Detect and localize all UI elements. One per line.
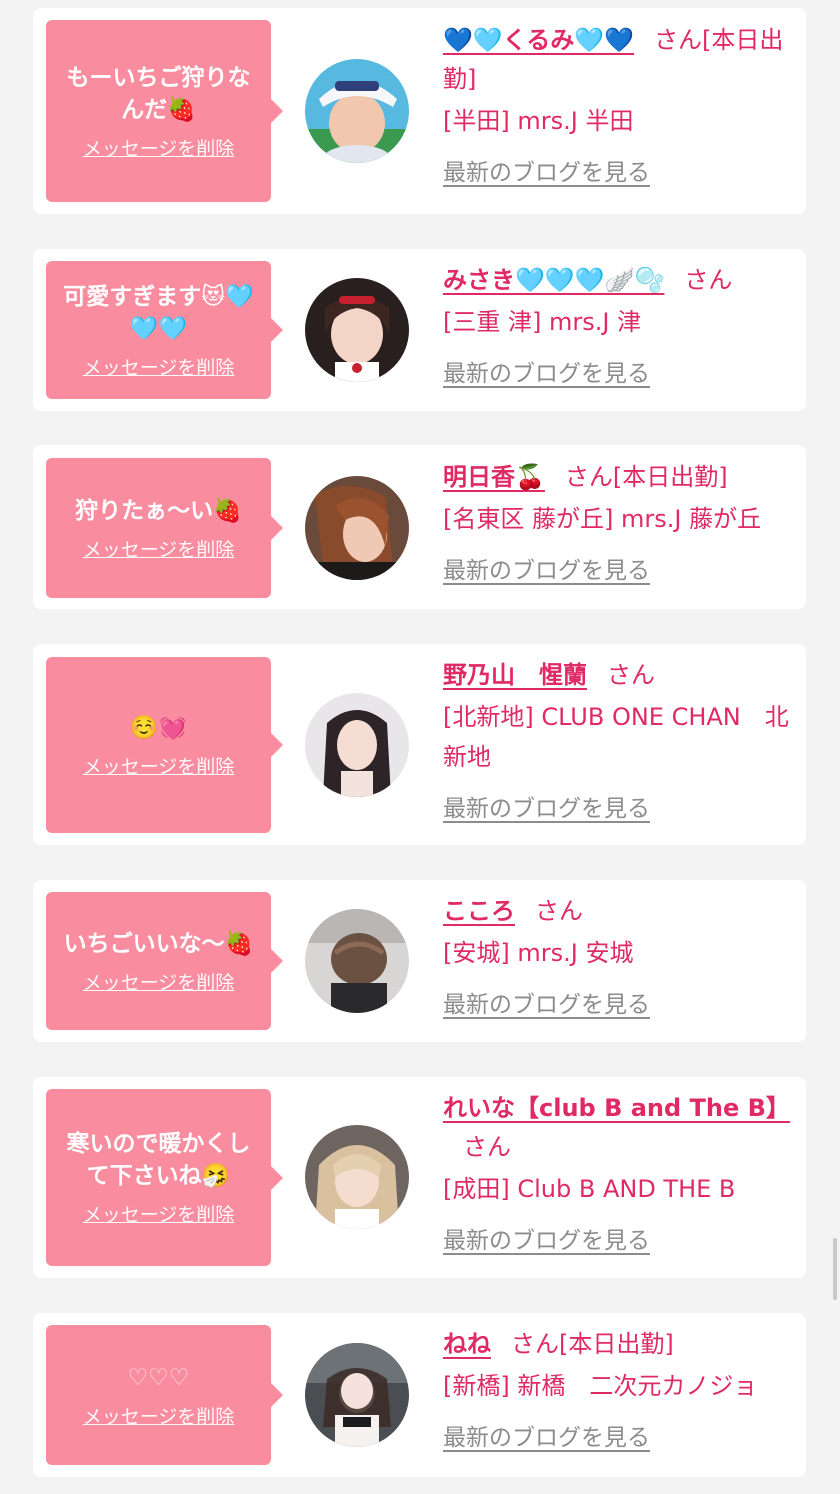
message-text: もーいちご狩りなんだ🍓 [66, 64, 251, 123]
message-bubble: ♡♡♡ メッセージを削除 [46, 1325, 283, 1465]
message-card: ☺️💓 メッセージを削除 野乃山 惺蘭 さん [北新地] CLUB ONE CHA… [33, 644, 806, 845]
name-line: ねね さん[本日出勤] [443, 1325, 796, 1364]
message-card: 狩りたぁ〜い🍓 メッセージを削除 明日香🍒 さん[本日出勤] [名東区 藤が丘] … [33, 445, 806, 609]
cast-info: れいな【club B and The B】さん [成田] Club B AND … [443, 1089, 796, 1255]
message-bubble: 寒いので暖かくして下さいね🤧 メッセージを削除 [46, 1089, 283, 1266]
message-card: 可愛すぎます😻🩵🩵🩵 メッセージを削除 みさき🩵🩵🩵🪽🫧 さん [三重 津] mr… [33, 249, 806, 411]
message-card: 寒いので暖かくして下さいね🤧 メッセージを削除 れいな【club B and T… [33, 1077, 806, 1278]
avatar[interactable] [305, 1343, 409, 1447]
name-suffix: さん[本日出勤] [564, 463, 728, 491]
cast-info: みさき🩵🩵🩵🪽🫧 さん [三重 津] mrs.J 津 最新のブログを見る [443, 261, 796, 388]
avatar[interactable] [305, 59, 409, 163]
cast-name-link[interactable]: こころ [443, 897, 515, 925]
message-text: 寒いので暖かくして下さいね🤧 [66, 1131, 251, 1189]
cast-name-link[interactable]: 明日香🍒 [443, 463, 545, 491]
name-suffix: さん [535, 897, 583, 925]
shop-name: [安城] mrs.J 安城 [443, 939, 634, 967]
message-text: 狩りたぁ〜い🍓 [75, 497, 242, 524]
scrollbar[interactable] [833, 1238, 837, 1300]
cast-info: 野乃山 惺蘭 さん [北新地] CLUB ONE CHAN 北新地 最新のブログを… [443, 656, 796, 823]
delete-message-link[interactable]: メッセージを削除 [83, 134, 235, 161]
message-bubble: いちごいいな〜🍓 メッセージを削除 [46, 892, 283, 1030]
cast-info: 明日香🍒 さん[本日出勤] [名東区 藤が丘] mrs.J 藤が丘 最新のブログを… [443, 458, 796, 585]
cast-info: こころ さん [安城] mrs.J 安城 最新のブログを見る [443, 892, 796, 1019]
message-bubble: 狩りたぁ〜い🍓 メッセージを削除 [46, 458, 283, 598]
latest-blog-link[interactable]: 最新のブログを見る [443, 153, 650, 187]
name-line: れいな【club B and The B】さん [443, 1089, 796, 1167]
avatar[interactable] [305, 278, 409, 382]
avatar[interactable] [305, 693, 409, 797]
name-line: みさき🩵🩵🩵🪽🫧 さん [443, 261, 796, 300]
message-text: ♡♡♡ [127, 1364, 190, 1391]
cast-name-link[interactable]: 野乃山 惺蘭 [443, 661, 587, 689]
avatar[interactable] [305, 909, 409, 1013]
shop-name: [成田] Club B AND THE B [443, 1175, 736, 1203]
name-line: こころ さん [443, 892, 796, 931]
delete-message-link[interactable]: メッセージを削除 [83, 752, 235, 779]
shop-name: [三重 津] mrs.J 津 [443, 308, 642, 336]
latest-blog-link[interactable]: 最新のブログを見る [443, 1221, 650, 1255]
avatar[interactable] [305, 476, 409, 580]
name-line: 野乃山 惺蘭 さん [443, 656, 796, 695]
name-line: 💙🩵くるみ🩵💙 さん[本日出勤] [443, 21, 796, 99]
latest-blog-link[interactable]: 最新のブログを見る [443, 985, 650, 1019]
message-text: 可愛すぎます😻🩵🩵🩵 [63, 283, 254, 342]
cast-info: ねね さん[本日出勤] [新橋] 新橋 二次元カノジョ 最新のブログを見る [443, 1325, 796, 1452]
message-text: いちごいいな〜🍓 [63, 930, 254, 957]
cast-name-link[interactable]: 💙🩵くるみ🩵💙 [443, 26, 634, 54]
name-suffix: さん [607, 661, 655, 689]
delete-message-link[interactable]: メッセージを削除 [83, 353, 235, 380]
message-bubble: 可愛すぎます😻🩵🩵🩵 メッセージを削除 [46, 261, 283, 399]
delete-message-link[interactable]: メッセージを削除 [83, 968, 235, 995]
name-suffix: さん [463, 1133, 511, 1161]
cast-name-link[interactable]: ねね [443, 1330, 491, 1358]
latest-blog-link[interactable]: 最新のブログを見る [443, 789, 650, 823]
shop-name: [北新地] CLUB ONE CHAN 北新地 [443, 703, 789, 771]
name-line: 明日香🍒 さん[本日出勤] [443, 458, 796, 497]
latest-blog-link[interactable]: 最新のブログを見る [443, 354, 650, 388]
cast-name-link[interactable]: みさき🩵🩵🩵🪽🫧 [443, 266, 664, 294]
message-bubble: もーいちご狩りなんだ🍓 メッセージを削除 [46, 20, 283, 202]
latest-blog-link[interactable]: 最新のブログを見る [443, 1418, 650, 1452]
message-bubble: ☺️💓 メッセージを削除 [46, 657, 283, 833]
delete-message-link[interactable]: メッセージを削除 [83, 1402, 235, 1429]
delete-message-link[interactable]: メッセージを削除 [83, 535, 235, 562]
cast-name-link[interactable]: れいな【club B and The B】 [443, 1094, 790, 1122]
avatar[interactable] [305, 1125, 409, 1229]
shop-name: [新橋] 新橋 二次元カノジョ [443, 1372, 758, 1400]
message-card: いちごいいな〜🍓 メッセージを削除 こころ さん [安城] mrs.J 安城 最新… [33, 880, 806, 1042]
name-suffix: さん[本日出勤] [511, 1330, 674, 1358]
delete-message-link[interactable]: メッセージを削除 [83, 1200, 235, 1227]
latest-blog-link[interactable]: 最新のブログを見る [443, 551, 650, 585]
name-suffix: さん [684, 266, 733, 294]
message-text: ☺️💓 [129, 714, 188, 741]
cast-info: 💙🩵くるみ🩵💙 さん[本日出勤] [半田] mrs.J 半田 最新のブログを見る [443, 21, 796, 187]
shop-name: [名東区 藤が丘] mrs.J 藤が丘 [443, 505, 762, 533]
message-card: ♡♡♡ メッセージを削除 ねね さん[本日出勤] [新橋] 新橋 二次元カノジョ … [33, 1313, 806, 1477]
message-card: もーいちご狩りなんだ🍓 メッセージを削除 💙🩵くるみ🩵💙 さん[本日出勤] [半田… [33, 8, 806, 214]
shop-name: [半田] mrs.J 半田 [443, 107, 634, 135]
